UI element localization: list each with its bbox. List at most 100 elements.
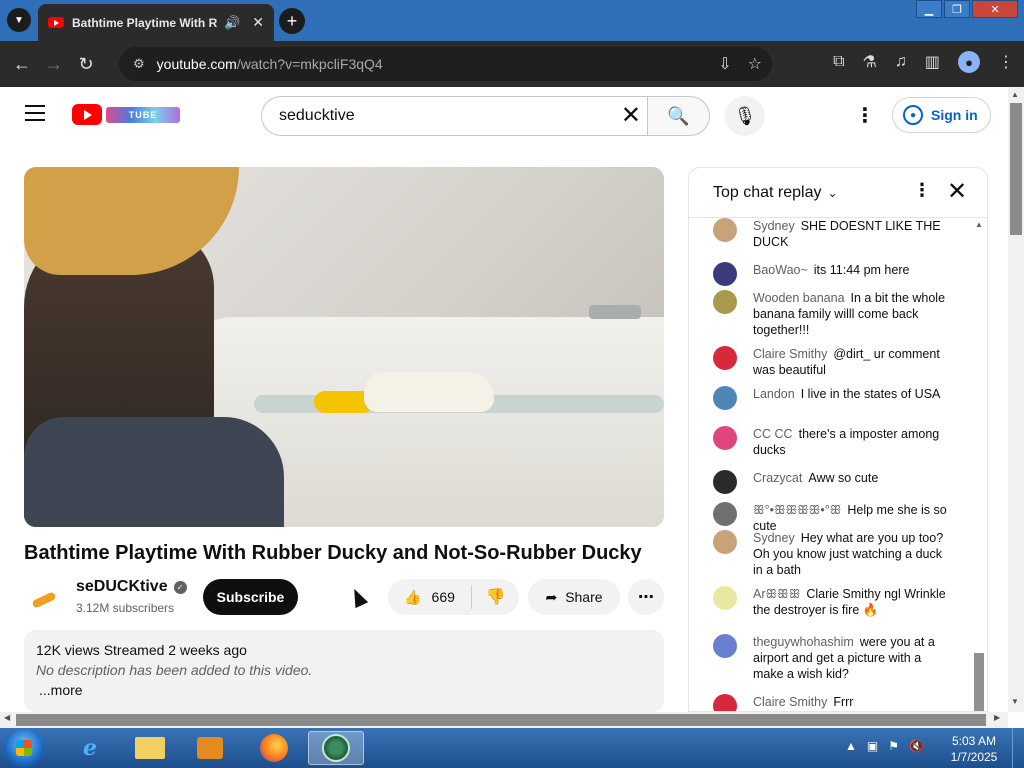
chevron-down-icon[interactable]: ⌄ — [828, 186, 838, 200]
chat-options-icon[interactable]: ⋮ — [913, 180, 931, 201]
address-bar[interactable]: ⚙ youtube.com/watch?v=mkpcliF3qQ4 ⇩ ☆ — [119, 47, 772, 81]
description-box[interactable]: 12K views Streamed 2 weeks ago No descri… — [24, 630, 664, 712]
microphone-icon: 🎙 — [733, 105, 757, 126]
forward-arrow-icon[interactable]: → — [38, 54, 70, 75]
subscribe-button[interactable]: Subscribe — [203, 579, 298, 615]
browser-tab[interactable]: Bathtime Playtime With Rubber Ducky and … — [38, 4, 274, 41]
chat-author[interactable]: Wooden banana — [753, 291, 845, 305]
tab-title: Bathtime Playtime With Rubber Ducky and … — [72, 15, 218, 30]
more-actions-button[interactable]: ⋯ — [628, 579, 664, 615]
chat-author[interactable]: BaoWao~ — [753, 263, 808, 277]
back-arrow-icon[interactable]: ← — [6, 54, 38, 75]
chat-scrollbar[interactable] — [973, 223, 985, 711]
search-input[interactable]: seducktive ✕ — [261, 96, 647, 136]
scroll-left-arrow-icon[interactable]: ◀ — [4, 713, 10, 722]
browser-menu-icon[interactable]: ⋮ — [998, 52, 1014, 72]
close-window-button[interactable]: ✕ — [972, 0, 1018, 18]
clear-search-icon[interactable]: ✕ — [621, 104, 641, 128]
reload-icon[interactable]: ↻ — [70, 54, 102, 75]
channel-name-row[interactable]: seDUCKtive ✓ — [76, 578, 187, 596]
bookmark-star-icon[interactable]: ☆ — [748, 54, 762, 74]
minimize-button[interactable]: ▁ — [916, 0, 942, 18]
scroll-right-arrow-icon[interactable]: ▶ — [994, 713, 1000, 722]
show-desktop-button[interactable] — [1012, 728, 1024, 768]
chat-avatar[interactable] — [713, 634, 737, 658]
page-vertical-scroll-thumb[interactable] — [1010, 103, 1022, 235]
tab-search-button[interactable]: ▼ — [7, 8, 31, 32]
media-controls-icon[interactable]: ♫ — [895, 53, 907, 71]
sign-in-label: Sign in — [931, 107, 978, 123]
dislike-button[interactable]: 👎 — [472, 587, 519, 607]
maximize-button[interactable]: ❐ — [944, 0, 970, 18]
chat-avatar[interactable] — [713, 386, 737, 410]
new-tab-button[interactable]: + — [279, 8, 305, 34]
extensions-icon[interactable]: ⧉ — [833, 53, 844, 71]
speaker-icon[interactable]: 🔊 — [224, 15, 240, 31]
chat-author[interactable]: ꕥ°•ꕥꕥꕥꕥ•°ꕥ — [753, 503, 841, 517]
start-button[interactable] — [4, 729, 44, 767]
video-player[interactable] — [24, 167, 664, 527]
tab-close-icon[interactable]: ✕ — [252, 14, 264, 31]
chat-author[interactable]: Landon — [753, 387, 795, 401]
chat-scroll-thumb[interactable] — [974, 653, 984, 711]
chat-author[interactable]: Sydney — [753, 219, 795, 233]
close-chat-icon[interactable]: ✕ — [947, 177, 967, 206]
youtube-logo[interactable]: TUBE — [72, 104, 180, 125]
windows-taskbar: e ▲ ▣ ⚑ 🔇 5:03 AM 1/7/2025 — [0, 728, 1024, 768]
site-settings-icon[interactable]: ⚙ — [133, 56, 145, 72]
action-center-flag-icon[interactable]: ⚑ — [888, 739, 899, 753]
subscriber-count: 3.12M subscribers — [76, 601, 175, 615]
show-more-link[interactable]: ...more — [39, 682, 652, 698]
chat-avatar[interactable] — [713, 694, 737, 711]
taskbar-firefox[interactable] — [246, 731, 302, 765]
settings-kebab-icon[interactable]: ⋮ — [855, 103, 875, 128]
taskbar-internet-explorer[interactable]: e — [62, 731, 118, 765]
scroll-down-arrow-icon[interactable]: ▼ — [1011, 697, 1019, 706]
chat-text: Frrr — [833, 695, 854, 709]
chat-author[interactable]: Claire Smithy — [753, 695, 827, 709]
voice-search-button[interactable]: 🎙 — [725, 96, 765, 136]
internet-explorer-icon: e — [83, 735, 97, 761]
chat-author[interactable]: Arꕥꕥꕥ — [753, 587, 800, 601]
chat-avatar[interactable] — [713, 530, 737, 554]
install-app-icon[interactable]: ⇩ — [718, 54, 731, 74]
chat-mode-selector[interactable]: Top chat replay — [713, 184, 822, 202]
chat-scroll-up-icon[interactable]: ▲ — [975, 220, 983, 229]
chat-avatar[interactable] — [713, 586, 737, 610]
chat-avatar[interactable] — [713, 470, 737, 494]
chat-avatar[interactable] — [713, 262, 737, 286]
share-button[interactable]: ➦ Share — [528, 579, 620, 615]
taskbar-clock[interactable]: 5:03 AM 1/7/2025 — [946, 733, 1002, 765]
chat-avatar[interactable] — [713, 346, 737, 370]
scroll-up-arrow-icon[interactable]: ▲ — [1011, 90, 1019, 99]
side-panel-icon[interactable]: ▥ — [925, 52, 940, 72]
chat-author[interactable]: CC CC — [753, 427, 793, 441]
chat-avatar[interactable] — [713, 502, 737, 526]
chat-author[interactable]: Claire Smithy — [753, 347, 827, 361]
tray-expand-icon[interactable]: ▲ — [845, 739, 857, 753]
chat-avatar[interactable] — [713, 218, 737, 242]
taskbar-file-explorer[interactable] — [122, 731, 178, 765]
taskbar-media-player[interactable] — [182, 731, 238, 765]
search-button[interactable]: 🔍 — [647, 96, 710, 136]
network-icon[interactable]: ▣ — [867, 739, 878, 753]
browser-tab-bar: ▼ Bathtime Playtime With Rubber Ducky an… — [0, 0, 1024, 41]
profile-icon[interactable]: ● — [958, 51, 980, 73]
lab-flask-icon[interactable]: ⚗ — [863, 52, 877, 72]
video-faucet — [589, 305, 641, 319]
channel-avatar[interactable] — [24, 580, 64, 620]
thumbs-down-icon: 👎 — [485, 589, 506, 606]
chat-author[interactable]: theguywhohashim — [753, 635, 854, 649]
verified-check-icon: ✓ — [173, 580, 187, 594]
like-button[interactable]: 👍 669 — [388, 585, 472, 609]
chat-author[interactable]: Crazycat — [753, 471, 802, 485]
page-horizontal-scroll-thumb[interactable] — [16, 714, 986, 726]
chat-avatar[interactable] — [713, 426, 737, 450]
hamburger-menu-icon[interactable] — [25, 105, 45, 121]
volume-muted-icon[interactable]: 🔇 — [909, 739, 924, 753]
chat-avatar[interactable] — [713, 290, 737, 314]
chat-author[interactable]: Sydney — [753, 531, 795, 545]
taskbar-chrome[interactable] — [308, 731, 364, 765]
share-arrow-icon: ➦ — [545, 588, 558, 605]
sign-in-button[interactable]: ● Sign in — [892, 97, 991, 133]
